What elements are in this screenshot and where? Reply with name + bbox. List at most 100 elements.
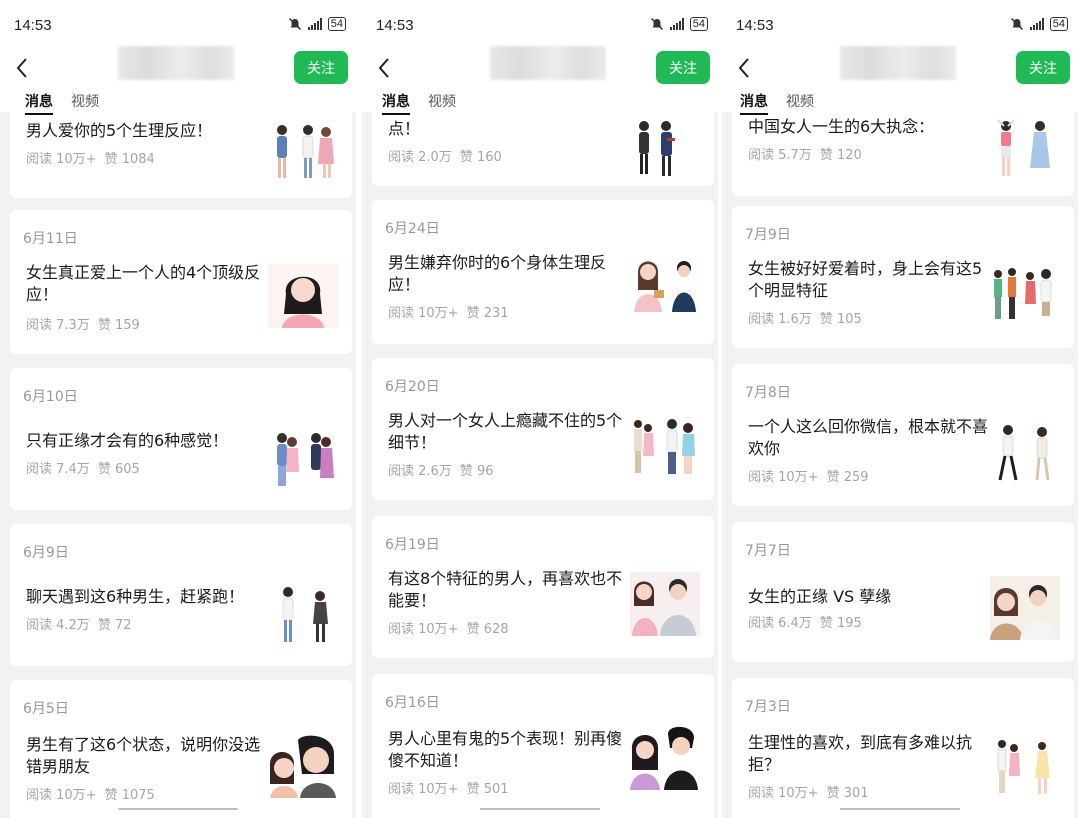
article-card[interactable]: 6月11日 女生真正爱上一个人的4个顶级反应！ 阅读 7.3万赞 159 bbox=[10, 210, 352, 354]
like-count: 赞 159 bbox=[97, 318, 140, 333]
status-icons: 54 bbox=[650, 17, 708, 31]
couple-illustration-icon bbox=[277, 433, 334, 486]
follow-button[interactable]: 关注 bbox=[1016, 51, 1070, 84]
read-count: 阅读 7.4万 bbox=[26, 462, 90, 477]
signal-icon bbox=[669, 18, 684, 30]
read-count: 阅读 1.6万 bbox=[748, 312, 812, 327]
article-card[interactable]: 7月9日 女生被好好爱着时，身上会有这5个明显特征 阅读 1.6万赞 105 bbox=[732, 206, 1074, 348]
couple-illustration-icon bbox=[994, 268, 1052, 319]
read-count: 阅读 2.6万 bbox=[388, 464, 452, 479]
read-count: 阅读 10万+ bbox=[26, 788, 97, 803]
like-count: 赞 195 bbox=[819, 616, 862, 631]
article-meta: 阅读 6.4万赞 195 bbox=[748, 612, 870, 631]
tab-videos[interactable]: 视频 bbox=[71, 91, 99, 111]
read-count: 阅读 10万+ bbox=[388, 306, 459, 321]
article-title: 女生被好好爱着时，身上会有这5个明显特征 bbox=[748, 259, 983, 300]
like-count: 赞 259 bbox=[826, 470, 869, 485]
battery-icon: 54 bbox=[327, 17, 346, 31]
blurred-account-name bbox=[118, 46, 234, 80]
article-card[interactable]: 7月3日 生理性的喜欢，到底有多难以抗拒？ 阅读 10万+ 赞 301 bbox=[732, 678, 1074, 818]
screenshot-collage: 14:53 54 关注 消息 视频 男人爱你的5个生理反应！ 阅读 10万+ 赞 … bbox=[0, 0, 1080, 818]
read-count: 阅读 4.2万 bbox=[26, 618, 90, 633]
article-card[interactable]: 7月7日 女生的正缘 VS 孽缘 阅读 6.4万赞 195 bbox=[732, 522, 1074, 662]
article-meta: 阅读 10万+ 赞 1075 bbox=[26, 784, 163, 803]
like-count: 赞 301 bbox=[826, 786, 869, 801]
couple-portrait-icon bbox=[270, 735, 336, 798]
back-arrow-icon[interactable] bbox=[374, 55, 396, 81]
status-icons: 54 bbox=[288, 17, 346, 31]
couple-illustration-icon bbox=[634, 261, 696, 312]
top-bar: 14:53 54 关注 消息 视频 bbox=[0, 0, 356, 115]
battery-icon: 54 bbox=[1049, 17, 1068, 31]
article-meta: 阅读 1.6万赞 105 bbox=[748, 308, 870, 327]
like-count: 赞 105 bbox=[819, 312, 862, 327]
article-date: 6月16日 bbox=[385, 695, 440, 711]
article-meta: 阅读 10万+ 赞 301 bbox=[748, 782, 877, 801]
tab-messages[interactable]: 消息 bbox=[382, 91, 410, 115]
article-meta: 阅读 7.3万赞 159 bbox=[26, 314, 148, 333]
back-arrow-icon[interactable] bbox=[12, 55, 34, 81]
status-time: 14:53 bbox=[736, 17, 774, 34]
article-meta: 阅读 2.6万赞 96 bbox=[388, 460, 502, 479]
phone-screen-2: 14:53 54 关注 消息 视频 点！ 阅读 2.0万赞 160 6月24日 … bbox=[362, 0, 718, 818]
article-meta: 阅读 10万+ 赞 1084 bbox=[26, 148, 163, 167]
girl-portrait-icon bbox=[268, 264, 338, 328]
article-date: 6月19日 bbox=[385, 537, 440, 553]
article-title: 中国女人一生的6大执念： bbox=[748, 117, 935, 136]
like-count: 赞 96 bbox=[459, 464, 494, 479]
read-count: 阅读 6.4万 bbox=[748, 616, 812, 631]
read-count: 阅读 10万+ bbox=[388, 782, 459, 797]
mute-bell-icon bbox=[288, 18, 301, 30]
signal-icon bbox=[307, 18, 322, 30]
article-title: 只有正缘才会有的6种感觉！ bbox=[26, 431, 229, 450]
like-count: 赞 72 bbox=[97, 618, 132, 633]
article-card[interactable]: 6月10日 只有正缘才会有的6种感觉！ 阅读 7.4万赞 605 bbox=[10, 368, 352, 510]
article-meta: 阅读 10万+ 赞 259 bbox=[748, 466, 877, 485]
like-count: 赞 628 bbox=[466, 622, 509, 637]
couple-illustration-icon bbox=[639, 121, 675, 176]
read-count: 阅读 7.3万 bbox=[26, 318, 90, 333]
article-title: 男人心里有鬼的5个表现！别再傻傻不知道！ bbox=[388, 729, 623, 770]
home-indicator bbox=[480, 808, 600, 810]
phone-screen-3: 14:53 54 关注 消息 视频 中国女人一生的6大执念： 阅读 5.7万赞 … bbox=[722, 0, 1078, 818]
read-count: 阅读 10万+ bbox=[26, 152, 97, 167]
top-bar: 14:53 54 关注 消息 视频 bbox=[362, 0, 718, 115]
article-title: 有这8个特征的男人，再喜欢也不能要！ bbox=[388, 569, 623, 610]
article-title: 生理性的喜欢，到底有多难以抗拒？ bbox=[748, 733, 973, 774]
read-count: 阅读 10万+ bbox=[748, 470, 819, 485]
article-title: 男人爱你的5个生理反应！ bbox=[26, 121, 213, 140]
article-card[interactable]: 6月19日 有这8个特征的男人，再喜欢也不能要！ 阅读 10万+ 赞 628 bbox=[372, 516, 714, 658]
article-title: 女生真正爱上一个人的4个顶级反应！ bbox=[26, 263, 261, 304]
article-meta: 阅读 7.4万赞 605 bbox=[26, 458, 148, 477]
status-bar: 14:53 54 bbox=[14, 14, 346, 36]
article-card[interactable]: 6月9日 聊天遇到这6种男生，赶紧跑！ 阅读 4.2万赞 72 bbox=[10, 524, 352, 666]
like-count: 赞 160 bbox=[459, 150, 502, 165]
article-card[interactable]: 6月20日 男人对一个女人上瘾藏不住的5个细节！ 阅读 2.6万赞 96 bbox=[372, 358, 714, 500]
article-feed: 中国女人一生的6大执念： 阅读 5.7万赞 120 7月9日 女生被好好爱着时，… bbox=[722, 92, 1078, 818]
article-meta: 阅读 2.0万赞 160 bbox=[388, 146, 510, 165]
follow-button[interactable]: 关注 bbox=[656, 51, 710, 84]
article-meta: 阅读 10万+ 赞 628 bbox=[388, 618, 517, 637]
article-card[interactable]: 6月5日 男生有了这6个状态，说明你没选错男朋友 阅读 10万+ 赞 1075 bbox=[10, 680, 352, 818]
article-card[interactable]: 6月24日 男生嫌弃你时的6个身体生理反应！ 阅读 10万+ 赞 231 bbox=[372, 200, 714, 344]
read-count: 阅读 5.7万 bbox=[748, 148, 812, 163]
back-arrow-icon[interactable] bbox=[734, 55, 756, 81]
tab-messages[interactable]: 消息 bbox=[25, 91, 53, 115]
article-date: 6月20日 bbox=[385, 379, 440, 395]
couple-illustration-icon bbox=[997, 119, 1050, 176]
article-card[interactable]: 6月16日 男人心里有鬼的5个表现！别再傻傻不知道！ 阅读 10万+ 赞 501 bbox=[372, 674, 714, 818]
article-card[interactable]: 7月8日 一个人这么回你微信，根本就不喜欢你 阅读 10万+ 赞 259 bbox=[732, 364, 1074, 506]
couple-illustration-icon bbox=[997, 740, 1050, 794]
follow-button[interactable]: 关注 bbox=[294, 51, 348, 84]
phone-screen-1: 14:53 54 关注 消息 视频 男人爱你的5个生理反应！ 阅读 10万+ 赞 … bbox=[0, 0, 356, 818]
signal-icon bbox=[1029, 18, 1044, 30]
content-tabs: 消息 视频 bbox=[740, 91, 814, 115]
article-title: 男人对一个女人上瘾藏不住的5个细节！ bbox=[388, 411, 623, 452]
article-date: 7月3日 bbox=[745, 699, 791, 715]
couple-illustration-icon bbox=[998, 425, 1050, 481]
tab-videos[interactable]: 视频 bbox=[428, 91, 456, 111]
couple-portrait-icon bbox=[990, 576, 1060, 640]
tab-videos[interactable]: 视频 bbox=[786, 91, 814, 111]
tab-messages[interactable]: 消息 bbox=[740, 91, 768, 115]
status-icons: 54 bbox=[1010, 17, 1068, 31]
